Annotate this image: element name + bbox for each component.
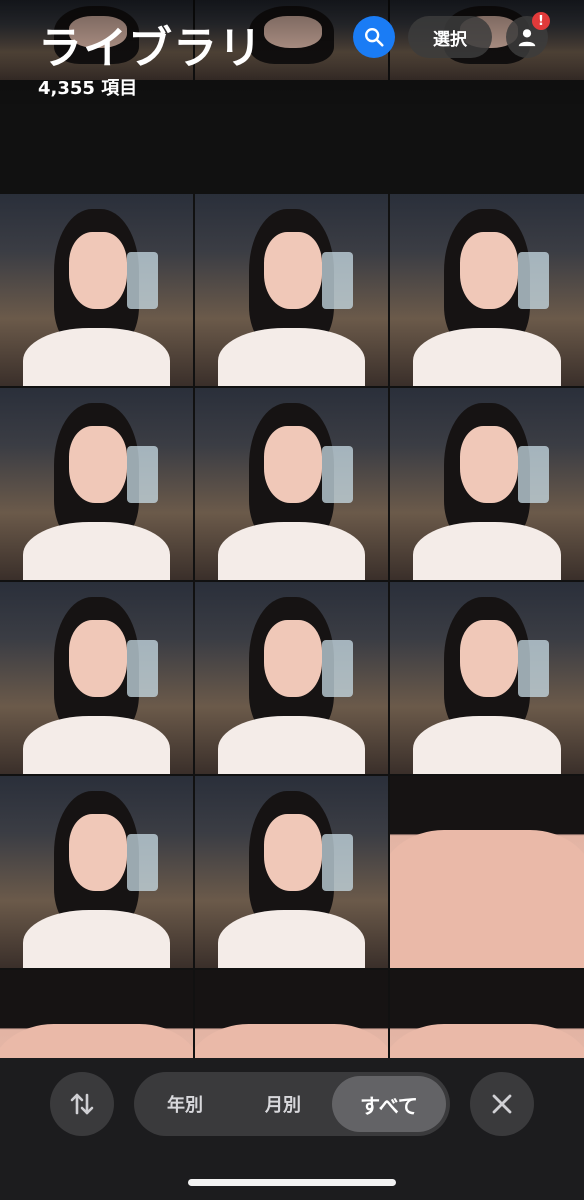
photo-thumbnail[interactable]: [0, 776, 193, 968]
alert-badge: !: [532, 12, 550, 30]
photo-thumbnail[interactable]: [390, 194, 584, 386]
item-count: 4,355 項目: [38, 78, 138, 99]
photo-thumbnail[interactable]: [195, 582, 388, 774]
photo-thumbnail[interactable]: [0, 582, 193, 774]
photo-thumbnail[interactable]: [195, 388, 388, 580]
page-title: ライブラリ: [38, 23, 263, 74]
photo-thumbnail[interactable]: [195, 194, 388, 386]
search-icon: [365, 28, 384, 47]
photo-thumbnail[interactable]: [0, 388, 193, 580]
sort-arrows-icon: [70, 1093, 94, 1115]
photo-thumbnail[interactable]: [390, 388, 584, 580]
photo-thumbnail[interactable]: [390, 776, 584, 968]
tab-month[interactable]: 月別: [250, 1076, 316, 1132]
close-icon: [492, 1094, 512, 1114]
select-button[interactable]: 選択: [408, 16, 492, 58]
photo-thumbnail[interactable]: [195, 776, 388, 968]
photo-thumbnail[interactable]: [0, 194, 193, 386]
search-button[interactable]: [353, 16, 395, 58]
home-indicator[interactable]: [188, 1179, 396, 1186]
tab-year[interactable]: 年別: [152, 1076, 218, 1132]
photo-grid: [0, 0, 584, 1162]
tab-all[interactable]: すべて: [332, 1076, 446, 1132]
photo-thumbnail[interactable]: [390, 582, 584, 774]
sort-button[interactable]: [50, 1072, 114, 1136]
view-switcher: 年別 月別 すべて: [134, 1072, 450, 1136]
close-button[interactable]: [470, 1072, 534, 1136]
person-icon: [518, 29, 536, 47]
